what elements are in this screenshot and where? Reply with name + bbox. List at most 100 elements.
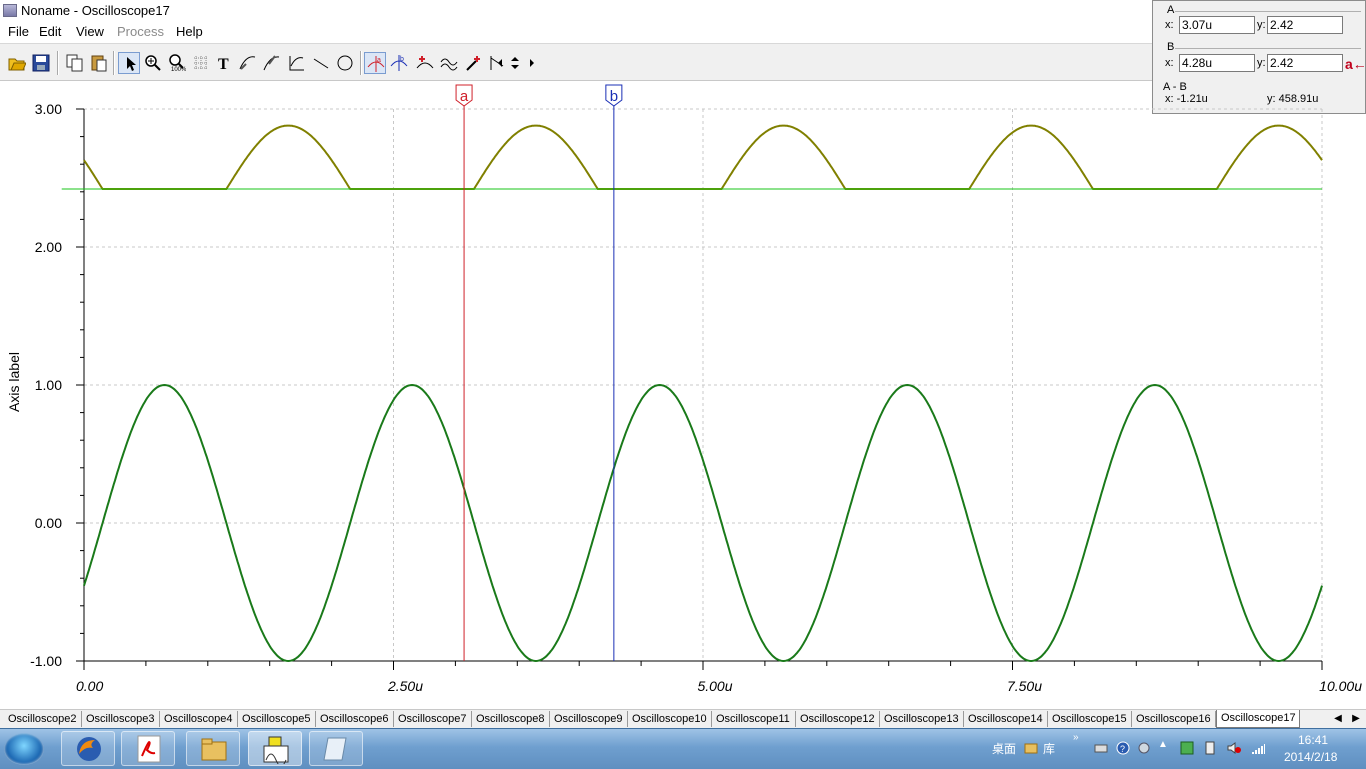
tab-oscilloscope2[interactable]: Oscilloscope2 bbox=[4, 711, 82, 727]
y-tick-label: 1.00 bbox=[35, 377, 62, 393]
desktop-toolbar-label[interactable]: 桌面 bbox=[992, 740, 1016, 757]
toolbar-expand-icon[interactable]: » bbox=[1073, 732, 1079, 743]
open-icon bbox=[8, 58, 26, 71]
up-down-button[interactable] bbox=[508, 52, 524, 74]
paste-icon bbox=[91, 55, 107, 72]
settings-icon[interactable] bbox=[1137, 741, 1151, 755]
tab-oscilloscope16[interactable]: Oscilloscope16 bbox=[1132, 711, 1216, 727]
menu-view[interactable]: View bbox=[76, 24, 104, 39]
tab-oscilloscope11[interactable]: Oscilloscope11 bbox=[712, 711, 796, 727]
line-icon bbox=[313, 58, 329, 69]
x-tick-label: 5.00u bbox=[697, 678, 732, 694]
text-button[interactable]: T bbox=[213, 52, 235, 74]
network-icon[interactable] bbox=[1251, 741, 1265, 755]
folder-icon bbox=[201, 738, 227, 761]
menu-help[interactable]: Help bbox=[176, 24, 203, 39]
line-button[interactable] bbox=[310, 52, 332, 74]
open-button[interactable] bbox=[6, 52, 28, 74]
grid-button[interactable] bbox=[190, 52, 212, 74]
grid bbox=[84, 108, 1323, 662]
clock-time[interactable]: 16:41 bbox=[1298, 733, 1328, 747]
circuit-app-icon bbox=[263, 736, 289, 764]
menu-process[interactable]: Process bbox=[117, 24, 164, 39]
cursor-a-heading: A bbox=[1167, 4, 1175, 16]
taskbar: 桌面 库 » ? ▲ 16:41 2014/2/18 bbox=[0, 728, 1366, 769]
curve-tool2-button[interactable] bbox=[261, 52, 283, 74]
svg-text:T: T bbox=[218, 56, 229, 72]
tab-oscilloscope14[interactable]: Oscilloscope14 bbox=[964, 711, 1048, 727]
show-hidden-icons-icon[interactable]: ▲ bbox=[1158, 739, 1168, 750]
left-arrow-button[interactable] bbox=[495, 52, 507, 74]
taskbar-notepad[interactable] bbox=[309, 731, 363, 766]
tab-oscilloscope3[interactable]: Oscilloscope3 bbox=[82, 711, 160, 727]
swap-cursor-button[interactable]: a← bbox=[1345, 56, 1366, 72]
cursor-a-x-field[interactable]: 3.07u bbox=[1179, 16, 1255, 34]
paste-button[interactable] bbox=[88, 52, 110, 74]
right-arrow-button[interactable] bbox=[527, 52, 539, 74]
cursor-a-button[interactable]: a bbox=[364, 52, 386, 74]
taskbar-pdf[interactable] bbox=[121, 731, 175, 766]
tab-oscilloscope6[interactable]: Oscilloscope6 bbox=[316, 711, 394, 727]
keyboard-icon[interactable] bbox=[1094, 741, 1108, 755]
menu-edit[interactable]: Edit bbox=[39, 24, 61, 39]
circle-button[interactable] bbox=[334, 52, 356, 74]
up-down-icon bbox=[511, 57, 519, 69]
tab-oscilloscope7[interactable]: Oscilloscope7 bbox=[394, 711, 472, 727]
cursor-a-x-label: x: bbox=[1165, 19, 1174, 31]
start-button[interactable] bbox=[4, 733, 44, 765]
device-icon[interactable] bbox=[1203, 741, 1217, 755]
tab-oscilloscope5[interactable]: Oscilloscope5 bbox=[238, 711, 316, 727]
cursor-a-y-field[interactable]: 2.42 bbox=[1267, 16, 1343, 34]
tab-scroll-right-icon[interactable]: ▶ bbox=[1349, 712, 1363, 726]
axis-tool-icon bbox=[289, 56, 304, 71]
taskbar-firefox[interactable] bbox=[61, 731, 115, 766]
axis-tool-button[interactable] bbox=[286, 52, 308, 74]
zoom-in-button[interactable] bbox=[142, 52, 164, 74]
volume-muted-icon[interactable] bbox=[1227, 741, 1241, 755]
save-button[interactable] bbox=[30, 52, 52, 74]
svg-text:?: ? bbox=[1120, 744, 1125, 754]
pointer-button[interactable] bbox=[118, 52, 140, 74]
toolbar: 100% T a b bbox=[0, 43, 1152, 81]
security-icon[interactable] bbox=[1180, 741, 1194, 755]
cursor-b-x-field[interactable]: 4.28u bbox=[1179, 54, 1255, 72]
tab-scroll-left-icon[interactable]: ◀ bbox=[1331, 712, 1345, 726]
tab-oscilloscope9[interactable]: Oscilloscope9 bbox=[550, 711, 628, 727]
oscilloscope-plot[interactable]: 0.00 2.50u 5.00u 7.50u 10.00u 3.00 2.00 1.00 0.0… bbox=[0, 80, 1366, 708]
cursor-b-x-label: x: bbox=[1165, 57, 1174, 69]
tab-oscilloscope8[interactable]: Oscilloscope8 bbox=[472, 711, 550, 727]
pdf-icon bbox=[137, 735, 161, 763]
menu-file[interactable]: File bbox=[8, 24, 29, 39]
tab-oscilloscope15[interactable]: Oscilloscope15 bbox=[1048, 711, 1132, 727]
curve-tool-button[interactable] bbox=[237, 52, 259, 74]
tab-oscilloscope4[interactable]: Oscilloscope4 bbox=[160, 711, 238, 727]
cursor-b-y-field[interactable]: 2.42 bbox=[1267, 54, 1343, 72]
waveform-button[interactable] bbox=[438, 52, 460, 74]
y-tick-label: 2.00 bbox=[35, 239, 62, 255]
firefox-icon bbox=[77, 737, 101, 761]
taskbar-circuit-app[interactable] bbox=[248, 731, 302, 766]
tab-oscilloscope12[interactable]: Oscilloscope12 bbox=[796, 711, 880, 727]
add-marker-button[interactable] bbox=[414, 52, 436, 74]
cursor-group[interactable]: ab bbox=[455, 84, 623, 661]
tab-oscilloscope17[interactable]: Oscilloscope17 bbox=[1216, 710, 1300, 728]
zoom-in-icon bbox=[145, 55, 161, 71]
library-icon[interactable] bbox=[1024, 741, 1038, 755]
svg-text:b: b bbox=[400, 56, 404, 63]
cursor-a-y-label: y: bbox=[1257, 19, 1266, 31]
taskbar-explorer[interactable] bbox=[186, 731, 240, 766]
zoom-100-button[interactable]: 100% bbox=[166, 52, 188, 74]
curve-tool2-icon bbox=[263, 55, 280, 71]
text-icon: T bbox=[218, 56, 229, 72]
copy-button[interactable] bbox=[64, 52, 86, 74]
cursor-b-y-label: y: bbox=[1257, 57, 1266, 69]
probe-button[interactable] bbox=[462, 52, 484, 74]
library-toolbar-label[interactable]: 库 bbox=[1043, 740, 1055, 757]
cursor-a-label: a bbox=[460, 88, 469, 105]
tab-oscilloscope13[interactable]: Oscilloscope13 bbox=[880, 711, 964, 727]
clock-date[interactable]: 2014/2/18 bbox=[1284, 750, 1337, 764]
circle-icon bbox=[337, 55, 353, 71]
tab-oscilloscope10[interactable]: Oscilloscope10 bbox=[628, 711, 712, 727]
cursor-b-button[interactable]: b bbox=[388, 52, 410, 74]
help-icon[interactable]: ? bbox=[1116, 741, 1130, 755]
